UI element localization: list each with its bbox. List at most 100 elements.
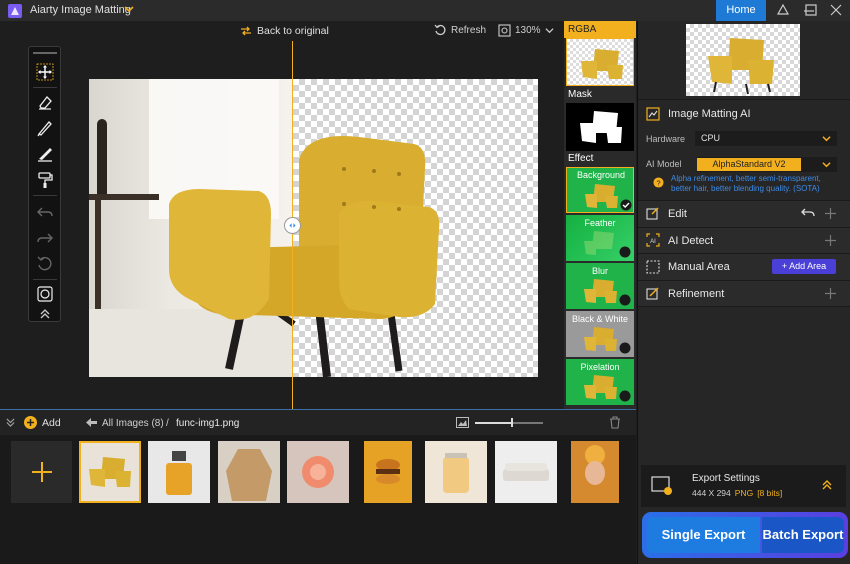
all-images-link[interactable]: All Images (8): [102, 418, 164, 429]
export-dimensions: 444 X 294: [692, 488, 731, 498]
chair-thumbnail-icon: [584, 231, 614, 255]
app-title: Aiarty Image Matting: [30, 4, 131, 16]
effect-pixelation-tile[interactable]: Pixelation: [566, 359, 634, 405]
move-tool-icon[interactable]: [36, 63, 54, 81]
collapse-up-icon[interactable]: [36, 307, 54, 319]
chair-thumbnail-icon: [585, 184, 618, 208]
paint-roller-icon[interactable]: [36, 171, 54, 189]
ai-model-value: AlphaStandard V2: [697, 158, 801, 171]
portrait-icon: [585, 445, 605, 485]
chair-preview-icon: [708, 38, 774, 95]
export-settings-panel[interactable]: Export Settings 444 X 294 PNG [8 bits]: [641, 465, 846, 507]
close-icon[interactable]: [829, 3, 843, 17]
eraser-icon[interactable]: [36, 93, 54, 111]
reset-icon[interactable]: [36, 255, 54, 273]
home-button[interactable]: Home: [716, 0, 766, 21]
thumbnail-candy-jar[interactable]: [425, 441, 487, 503]
add-area-label: Add Area: [789, 261, 827, 271]
chair-thumbnail-icon: [584, 279, 617, 303]
mask-thumbnail[interactable]: [566, 103, 634, 151]
collapse-down-icon[interactable]: [6, 418, 15, 427]
hardware-value: CPU: [701, 133, 721, 143]
export-bits: [8 bits]: [757, 488, 783, 498]
plus-icon[interactable]: [825, 288, 836, 299]
plus-icon: [32, 462, 52, 482]
thumbnail-coat[interactable]: [218, 441, 280, 503]
add-circle-icon: [24, 416, 37, 429]
matting-image[interactable]: [89, 79, 538, 377]
jar-icon: [443, 453, 469, 493]
chair-thumbnail-icon: [584, 375, 617, 399]
help-icon[interactable]: ?: [653, 177, 664, 188]
manual-area-label: Manual Area: [668, 261, 730, 273]
trash-icon[interactable]: [609, 416, 621, 429]
chair-subject: [169, 135, 440, 377]
expand-up-icon[interactable]: [821, 479, 833, 491]
plus-icon[interactable]: [825, 208, 836, 219]
export-settings-icon: [651, 476, 672, 495]
plus-icon[interactable]: [825, 235, 836, 246]
user-icon[interactable]: [776, 3, 790, 17]
ai-detect-icon: AI: [646, 233, 660, 247]
thumbnail-chair[interactable]: [79, 441, 141, 503]
image-matting-icon: [646, 107, 660, 121]
thumbnail-perfume[interactable]: [148, 441, 210, 503]
rgba-tab[interactable]: RGBA: [564, 21, 636, 38]
hardware-label: Hardware: [646, 134, 686, 144]
thumbnail-size-slider[interactable]: [475, 418, 543, 427]
effect-feather-tile[interactable]: Feather: [566, 215, 634, 261]
thumbnail-sofa[interactable]: [495, 441, 557, 503]
perfume-bottle-icon: [166, 451, 192, 495]
back-arrow-icon[interactable]: [86, 418, 97, 427]
hardware-select[interactable]: CPU: [695, 131, 837, 146]
effect-black-white-tile[interactable]: Black & White: [566, 311, 634, 357]
chevron-down-icon: [822, 136, 831, 142]
unselected-circle-icon: [619, 246, 631, 258]
effect-blur-tile[interactable]: Blur: [566, 263, 634, 309]
breadcrumb-separator: /: [166, 418, 169, 429]
fit-screen-icon: [498, 24, 511, 37]
export-format: PNG: [734, 488, 754, 498]
add-area-button[interactable]: + Add Area: [772, 259, 836, 274]
manual-area-icon: [646, 260, 660, 274]
single-export-button[interactable]: Single Export: [647, 517, 760, 553]
compare-slider-handle[interactable]: [284, 217, 301, 234]
unselected-circle-icon: [619, 294, 631, 306]
brush-icon[interactable]: [36, 119, 54, 137]
magic-brush-icon[interactable]: [36, 145, 54, 163]
maximize-icon[interactable]: [804, 3, 818, 17]
chevron-down-icon[interactable]: [124, 4, 134, 14]
batch-export-button[interactable]: Batch Export: [762, 517, 844, 553]
refresh-icon: [434, 24, 446, 36]
undo-icon[interactable]: [801, 207, 815, 219]
refinement-icon: [646, 287, 659, 300]
redo-icon[interactable]: [36, 229, 54, 247]
chair-thumbnail-icon: [584, 327, 617, 351]
effect-background-label: Background: [576, 170, 626, 180]
effect-background-tile[interactable]: Background: [566, 167, 634, 213]
ai-model-hint: Alpha refinement, better semi-transparen…: [671, 174, 821, 193]
effect-pixelation-label: Pixelation: [580, 362, 620, 372]
effect-label: Effect: [568, 153, 594, 164]
ai-detect-label: AI Detect: [668, 235, 714, 247]
ai-model-label: AI Model: [646, 159, 682, 169]
flower-icon: [302, 456, 334, 488]
zoom-control[interactable]: 130%: [498, 24, 554, 37]
thumbnail-burger[interactable]: [364, 441, 412, 503]
selected-check-icon: [620, 199, 632, 211]
edit-icon: [646, 207, 659, 220]
current-file-name: func-img1.png: [176, 418, 240, 429]
refresh-button[interactable]: Refresh: [434, 24, 486, 36]
add-image-tile[interactable]: [11, 441, 72, 503]
undo-icon[interactable]: [36, 203, 54, 221]
rgba-preview-thumbnail[interactable]: [566, 38, 634, 86]
add-images-button[interactable]: Add: [24, 416, 61, 429]
mask-label: Mask: [568, 89, 592, 100]
ai-model-select[interactable]: AlphaStandard V2: [697, 157, 837, 172]
chair-thumbnail-icon: [581, 49, 623, 79]
thumbnail-flower[interactable]: [287, 441, 349, 503]
thumbnail-portrait[interactable]: [571, 441, 619, 503]
fullscreen-icon[interactable]: [36, 285, 54, 303]
edit-label: Edit: [668, 208, 687, 220]
back-to-original-button[interactable]: Back to original: [240, 24, 329, 38]
